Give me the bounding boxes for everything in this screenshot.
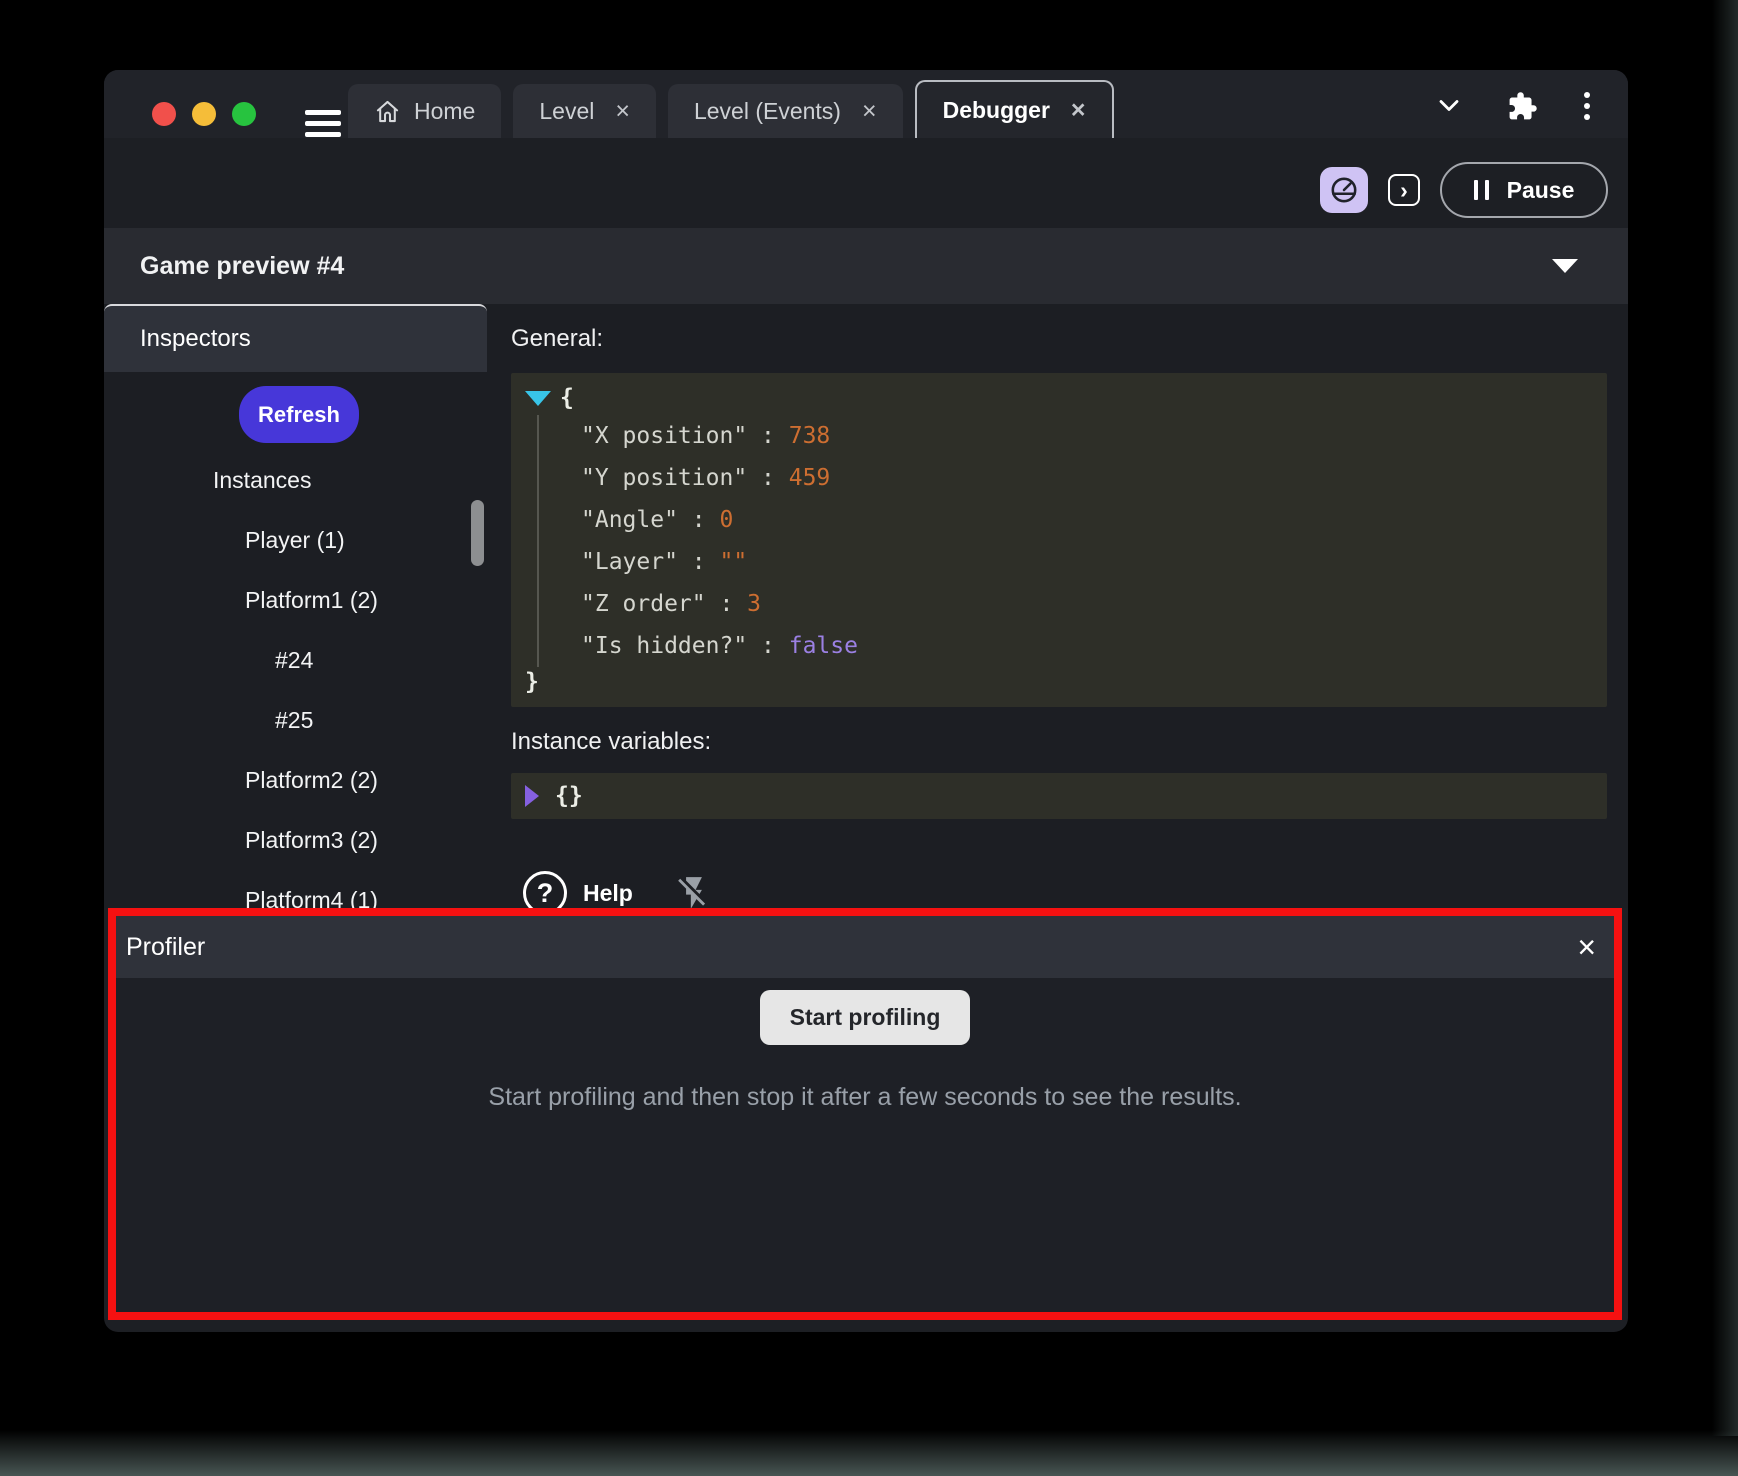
chevron-down-icon[interactable] bbox=[1435, 93, 1463, 119]
tree-item-platform3[interactable]: Platform3 (2) bbox=[104, 810, 487, 870]
gauge-icon bbox=[1328, 174, 1360, 206]
tab-label: Debugger bbox=[943, 97, 1050, 124]
close-profiler-icon[interactable]: × bbox=[1577, 931, 1596, 963]
json-property-x-position: "X position" : 738 bbox=[581, 415, 1591, 457]
profiler-title: Profiler bbox=[126, 933, 205, 962]
sidebar-scrollbar-thumb[interactable] bbox=[471, 500, 484, 566]
json-open-brace: { bbox=[560, 385, 574, 411]
close-tab-icon[interactable]: × bbox=[862, 99, 877, 124]
close-tab-icon[interactable]: × bbox=[1071, 98, 1086, 123]
window-controls bbox=[152, 102, 256, 126]
dropdown-caret-icon bbox=[1552, 259, 1578, 273]
inspectors-title: Inspectors bbox=[140, 325, 251, 353]
tree-item-platform1[interactable]: Platform1 (2) bbox=[104, 570, 487, 630]
general-section-label: General: bbox=[511, 322, 1607, 356]
console-button[interactable]: › bbox=[1388, 174, 1420, 206]
json-property-y-position: "Y position" : 459 bbox=[581, 457, 1591, 499]
instance-variables-viewer: {} bbox=[511, 773, 1607, 819]
tree-item-player[interactable]: Player (1) bbox=[104, 510, 487, 570]
close-window-button[interactable] bbox=[152, 102, 176, 126]
tree-item-instance-24[interactable]: #24 bbox=[104, 630, 487, 690]
profiler-header: Profiler × bbox=[116, 916, 1614, 978]
tab-label: Level bbox=[539, 98, 594, 125]
game-preview-title: Game preview #4 bbox=[140, 252, 344, 281]
refresh-button[interactable]: Refresh bbox=[239, 386, 359, 443]
instance-variables-label: Instance variables: bbox=[511, 725, 1607, 759]
json-property-layer: "Layer" : "" bbox=[581, 541, 1591, 583]
tree-item-platform4[interactable]: Platform4 (1) bbox=[104, 870, 487, 908]
minimize-window-button[interactable] bbox=[192, 102, 216, 126]
profiler-body: Start profiling Start profiling and then… bbox=[116, 978, 1614, 1112]
tree-item-instance-25[interactable]: #25 bbox=[104, 690, 487, 750]
profiler-toggle-button[interactable] bbox=[1320, 167, 1368, 213]
collapse-arrow-icon[interactable] bbox=[525, 391, 551, 406]
tab-label: Home bbox=[414, 98, 475, 125]
inspector-detail-panel: General: { "X position" : 738 "Y positio… bbox=[487, 304, 1628, 908]
pause-label: Pause bbox=[1507, 177, 1575, 204]
json-property-angle: "Angle" : 0 bbox=[581, 499, 1591, 541]
help-row: ? Help bbox=[511, 871, 1607, 908]
help-label: Help bbox=[583, 880, 633, 907]
tab-strip: Home Level × Level (Events) × Debugger × bbox=[348, 80, 1114, 138]
debugger-content: Inspectors Refresh Instances Player (1) … bbox=[104, 304, 1628, 908]
tab-level-events[interactable]: Level (Events) × bbox=[668, 84, 903, 138]
game-preview-selector[interactable]: Game preview #4 bbox=[104, 228, 1628, 304]
kebab-menu-icon[interactable] bbox=[1582, 90, 1592, 122]
close-tab-icon[interactable]: × bbox=[615, 99, 630, 124]
pause-icon bbox=[1474, 180, 1489, 200]
general-json-viewer: { "X position" : 738 "Y position" : 459 … bbox=[511, 373, 1607, 707]
flash-off-icon[interactable] bbox=[675, 874, 713, 908]
extensions-puzzle-icon[interactable] bbox=[1507, 91, 1538, 122]
profiler-hint-text: Start profiling and then stop it after a… bbox=[116, 1083, 1614, 1112]
debugger-toolbar: › Pause bbox=[104, 138, 1628, 228]
app-window: Home Level × Level (Events) × Debugger × bbox=[104, 70, 1628, 1332]
fullscreen-window-button[interactable] bbox=[232, 102, 256, 126]
inspector-tree: Instances Player (1) Platform1 (2) #24 #… bbox=[104, 450, 487, 908]
tree-item-instances[interactable]: Instances bbox=[104, 450, 487, 510]
tab-bar: Home Level × Level (Events) × Debugger × bbox=[104, 70, 1628, 138]
tab-label: Level (Events) bbox=[694, 98, 841, 125]
tab-level[interactable]: Level × bbox=[513, 84, 656, 138]
tabbar-right-actions bbox=[1435, 90, 1592, 122]
inspectors-sidebar: Inspectors Refresh Instances Player (1) … bbox=[104, 304, 487, 908]
screenshot-stage: Home Level × Level (Events) × Debugger × bbox=[0, 0, 1738, 1476]
tree-item-platform2[interactable]: Platform2 (2) bbox=[104, 750, 487, 810]
json-property-z-order: "Z order" : 3 bbox=[581, 583, 1591, 625]
start-profiling-button[interactable]: Start profiling bbox=[760, 990, 971, 1045]
pause-button[interactable]: Pause bbox=[1440, 162, 1608, 218]
desktop-edge-glow bbox=[1712, 0, 1738, 1436]
json-close-brace: } bbox=[525, 669, 539, 695]
help-icon[interactable]: ? bbox=[523, 871, 567, 908]
expand-arrow-icon[interactable] bbox=[525, 785, 539, 807]
json-property-is-hidden: "Is hidden?" : false bbox=[581, 625, 1591, 667]
desktop-bottom-glow bbox=[0, 1430, 1738, 1476]
tab-home[interactable]: Home bbox=[348, 84, 501, 138]
inspectors-header: Inspectors bbox=[104, 304, 487, 372]
instance-variables-value: {} bbox=[555, 783, 583, 809]
home-icon bbox=[374, 98, 401, 125]
tab-debugger[interactable]: Debugger × bbox=[915, 80, 1114, 138]
profiler-panel: Profiler × Start profiling Start profili… bbox=[108, 908, 1622, 1320]
